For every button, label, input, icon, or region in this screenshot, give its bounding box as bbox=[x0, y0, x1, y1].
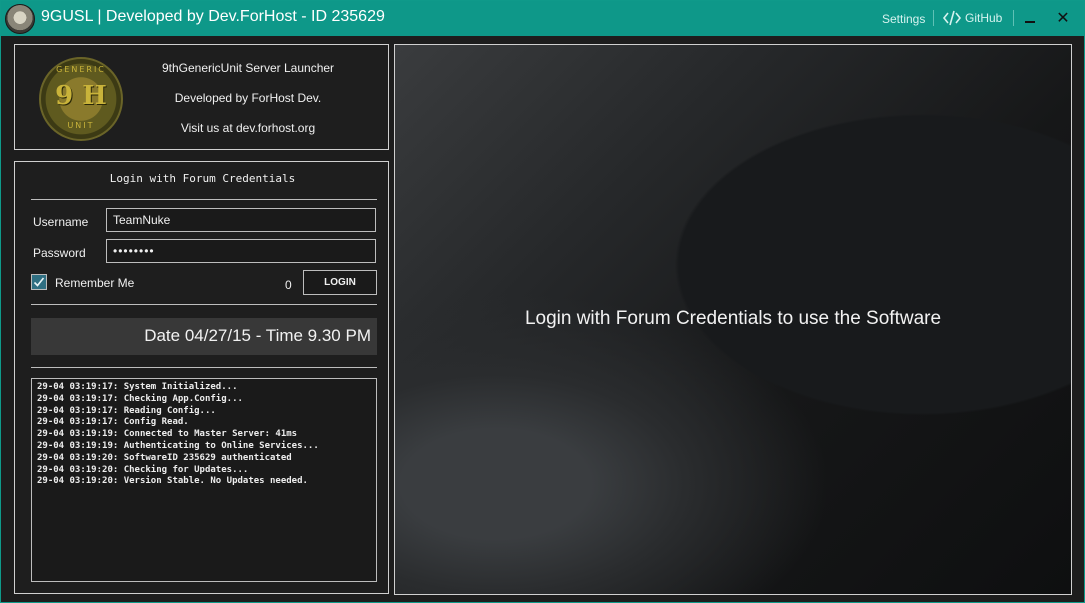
log-line: 29-04 03:19:17: Checking App.Config... bbox=[37, 393, 243, 404]
titlebar-divider bbox=[933, 10, 934, 26]
log-line: 29-04 03:19:19: Connected to Master Serv… bbox=[37, 429, 298, 440]
log-line: 29-04 03:19:20: Checking for Updates... bbox=[37, 464, 249, 475]
remember-me-checkbox[interactable] bbox=[31, 274, 47, 290]
log-line: 29-04 03:19:19: Authenticating to Online… bbox=[37, 440, 319, 451]
title-bar[interactable]: 9GUSL | Developed by Dev.ForHost - ID 23… bbox=[1, 1, 1084, 36]
code-icon bbox=[942, 10, 962, 26]
log-line: 29-04 03:19:17: Config Read. bbox=[37, 417, 189, 428]
main-content-panel: Login with Forum Credentials to use the … bbox=[394, 44, 1072, 595]
log-line: 29-04 03:19:17: Reading Config... bbox=[37, 405, 216, 416]
titlebar-divider bbox=[1013, 10, 1014, 26]
minimize-button[interactable] bbox=[1021, 8, 1039, 28]
app-logo-icon bbox=[5, 4, 35, 34]
github-label: GitHub bbox=[965, 11, 1003, 25]
close-button[interactable]: ✕ bbox=[1053, 7, 1073, 29]
close-icon: ✕ bbox=[1056, 8, 1070, 27]
log-console[interactable]: 29-04 03:19:17: System Initialized... 29… bbox=[31, 378, 377, 582]
developer-credit: Developed by ForHost Dev. bbox=[174, 91, 322, 105]
unit-logo: GENERIC 9 H UNIT bbox=[39, 57, 123, 141]
username-input[interactable]: TeamNuke bbox=[106, 208, 376, 232]
divider bbox=[31, 304, 377, 305]
login-counter: 0 bbox=[285, 278, 292, 292]
log-line: 29-04 03:19:20: Version Stable. No Updat… bbox=[37, 476, 308, 487]
website-link[interactable]: Visit us at dev.forhost.org bbox=[143, 121, 353, 135]
password-input[interactable]: •••••••• bbox=[106, 239, 376, 263]
app-window: 9GUSL | Developed by Dev.ForHost - ID 23… bbox=[0, 0, 1085, 603]
datetime-display: Date 04/27/15 - Time 9.30 PM bbox=[31, 318, 377, 355]
login-required-message: Login with Forum Credentials to use the … bbox=[524, 308, 942, 329]
settings-link[interactable]: Settings bbox=[882, 12, 925, 26]
logo-top-text: GENERIC bbox=[56, 65, 106, 74]
header-panel: GENERIC 9 H UNIT 9thGenericUnit Server L… bbox=[14, 44, 389, 150]
app-name: 9thGenericUnit Server Launcher bbox=[161, 61, 335, 75]
password-label: Password bbox=[33, 246, 86, 260]
window-title: 9GUSL | Developed by Dev.ForHost - ID 23… bbox=[41, 8, 385, 25]
log-line: 29-04 03:19:20: SoftwareID 235629 authen… bbox=[37, 452, 292, 463]
datetime-text: Date 04/27/15 - Time 9.30 PM bbox=[144, 326, 371, 345]
logo-bottom-text: UNIT bbox=[67, 121, 95, 130]
username-label: Username bbox=[33, 215, 89, 229]
divider bbox=[31, 367, 377, 368]
login-button[interactable]: LOGIN bbox=[303, 270, 377, 295]
logo-main-text: 9 H bbox=[55, 81, 107, 111]
github-link[interactable]: GitHub bbox=[942, 10, 1002, 26]
check-icon bbox=[33, 277, 45, 287]
divider bbox=[31, 199, 377, 200]
remember-me-label[interactable]: Remember Me bbox=[55, 276, 134, 290]
login-heading: Login with Forum Credentials bbox=[109, 172, 296, 185]
log-line: 29-04 03:19:17: System Initialized... bbox=[37, 382, 238, 392]
login-panel: Login with Forum Credentials Username Te… bbox=[14, 161, 389, 594]
